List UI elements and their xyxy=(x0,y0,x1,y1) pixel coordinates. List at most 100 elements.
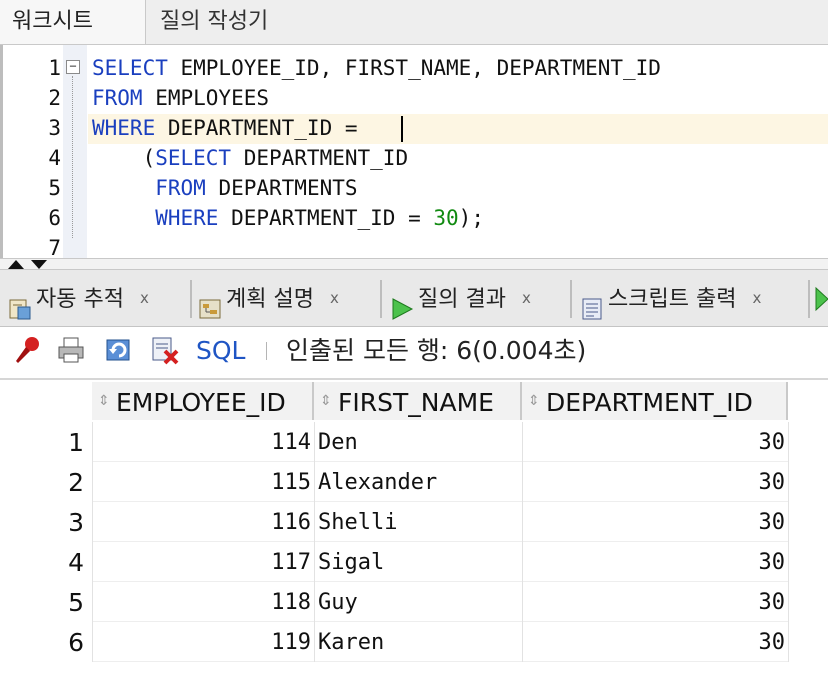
fold-column xyxy=(63,45,87,258)
cell-employee-id[interactable]: 115 xyxy=(92,462,314,502)
close-icon[interactable]: x xyxy=(140,289,149,307)
tab-autotrace[interactable]: 자동 추적 x xyxy=(8,270,149,326)
row-number[interactable]: 2 xyxy=(0,462,90,502)
explain-plan-icon xyxy=(198,285,222,319)
more-tabs-icon[interactable] xyxy=(814,286,828,312)
code-line[interactable]: SELECT EMPLOYEE_ID, FIRST_NAME, DEPARTME… xyxy=(92,53,661,83)
sql-keyword: SELECT xyxy=(155,146,232,170)
row-number[interactable]: 5 xyxy=(0,582,90,622)
cell-first-name[interactable]: Alexander xyxy=(314,462,522,502)
close-icon[interactable]: x xyxy=(522,289,531,307)
play-icon xyxy=(390,285,414,320)
row-number[interactable]: 1 xyxy=(0,422,90,462)
cell-employee-id[interactable]: 114 xyxy=(92,422,314,462)
fetch-status: 인출된 모든 행: 6(0.004초) xyxy=(286,336,587,365)
cell-first-name[interactable]: Den xyxy=(314,422,522,462)
line-number: 5 xyxy=(48,176,61,200)
column-divider xyxy=(92,422,93,662)
cell-employee-id[interactable]: 119 xyxy=(92,622,314,662)
sql-keyword: FROM xyxy=(92,86,143,110)
sql-text: DEPARTMENTS xyxy=(205,176,358,200)
text-caret xyxy=(401,116,403,142)
result-grid: ⇕ EMPLOYEE_ID ⇕ FIRST_NAME ⇕ DEPARTMENT_ID … xyxy=(0,378,828,694)
sql-keyword: SELECT xyxy=(92,56,168,80)
tab-script-output-label: 스크립트 출력 xyxy=(608,287,737,312)
cell-department-id[interactable]: 30 xyxy=(522,542,788,582)
panel-splitter[interactable] xyxy=(0,258,828,270)
delete-icon[interactable] xyxy=(150,335,180,365)
tab-explain-plan-label: 계획 설명 xyxy=(226,287,314,312)
column-divider xyxy=(314,422,315,662)
sql-text: EMPLOYEE_ID, FIRST_NAME, DEPARTMENT_ID xyxy=(167,56,661,80)
fold-guide-line xyxy=(72,76,73,238)
sql-text: DEPARTMENT_ID = xyxy=(218,206,434,230)
column-header-department-id[interactable]: ⇕ DEPARTMENT_ID xyxy=(522,382,788,420)
column-header-first-name[interactable]: ⇕ FIRST_NAME xyxy=(314,382,522,420)
line-number: 4 xyxy=(48,146,61,170)
code-line[interactable]: (SELECT DEPARTMENT_ID xyxy=(92,143,409,173)
row-number[interactable]: 6 xyxy=(0,622,90,662)
cell-first-name[interactable]: Karen xyxy=(314,622,522,662)
code-line[interactable]: WHERE DEPARTMENT_ID = 30); xyxy=(92,203,484,233)
cell-department-id[interactable]: 30 xyxy=(522,422,788,462)
tab-separator xyxy=(190,280,192,318)
sort-icon[interactable]: ⇕ xyxy=(320,394,334,408)
result-tab-bar: 자동 추적 x 계획 설명 x 질의 결과 x 스크립트 출력 x xyxy=(0,270,828,327)
print-icon[interactable] xyxy=(56,335,86,365)
script-output-icon xyxy=(580,285,604,320)
tab-script-output[interactable]: 스크립트 출력 x xyxy=(580,270,761,326)
code-line[interactable]: FROM EMPLOYEES xyxy=(92,83,269,113)
code-line[interactable]: WHERE DEPARTMENT_ID = xyxy=(92,113,370,143)
cell-first-name[interactable]: Guy xyxy=(314,582,522,622)
cell-first-name[interactable]: Sigal xyxy=(314,542,522,582)
tab-separator xyxy=(380,280,382,318)
line-number: 1 xyxy=(48,56,61,80)
line-number: 3 xyxy=(48,116,61,140)
sql-text: ( xyxy=(92,146,156,170)
cell-employee-id[interactable]: 118 xyxy=(92,582,314,622)
sort-icon[interactable]: ⇕ xyxy=(528,394,542,408)
tab-autotrace-label: 자동 추적 xyxy=(36,287,124,312)
cell-department-id[interactable]: 30 xyxy=(522,622,788,662)
collapse-down-arrow-icon[interactable] xyxy=(31,260,47,269)
close-icon[interactable]: x xyxy=(752,289,761,307)
close-icon[interactable]: x xyxy=(330,289,339,307)
sql-keyword: WHERE xyxy=(155,206,219,230)
sql-text: DEPARTMENT_ID = xyxy=(155,116,371,140)
row-number[interactable]: 3 xyxy=(0,502,90,542)
tab-query-builder[interactable]: 질의 작성기 xyxy=(146,0,306,44)
cell-employee-id[interactable]: 116 xyxy=(92,502,314,542)
tab-separator xyxy=(808,280,810,318)
sort-icon[interactable]: ⇕ xyxy=(98,394,112,408)
code-line[interactable]: FROM DEPARTMENTS xyxy=(92,173,358,203)
line-number-gutter: 1234567 xyxy=(3,45,63,260)
line-number: 2 xyxy=(48,86,61,110)
result-toolbar: SQL 인출된 모든 행: 6(0.004초) xyxy=(0,327,828,377)
column-header-employee-id[interactable]: ⇕ EMPLOYEE_ID xyxy=(92,382,314,420)
collapse-up-arrow-icon[interactable] xyxy=(8,260,24,269)
pin-icon[interactable] xyxy=(12,335,42,365)
worksheet-tab-bar: 워크시트 질의 작성기 xyxy=(0,0,828,45)
refresh-icon[interactable] xyxy=(104,335,134,365)
cell-first-name[interactable]: Shelli xyxy=(314,502,522,542)
tab-query-result-label: 질의 결과 xyxy=(418,287,506,312)
tab-worksheet[interactable]: 워크시트 xyxy=(0,0,146,44)
cell-employee-id[interactable]: 117 xyxy=(92,542,314,582)
toolbar-separator xyxy=(266,342,267,360)
row-number[interactable]: 4 xyxy=(0,542,90,582)
tab-explain-plan[interactable]: 계획 설명 x xyxy=(198,270,339,326)
cell-department-id[interactable]: 30 xyxy=(522,582,788,622)
cell-department-id[interactable]: 30 xyxy=(522,502,788,542)
sql-link[interactable]: SQL xyxy=(196,334,245,368)
sql-keyword: FROM xyxy=(155,176,206,200)
cell-department-id[interactable]: 30 xyxy=(522,462,788,502)
sql-text: EMPLOYEES xyxy=(142,86,270,110)
autotrace-icon xyxy=(8,285,32,320)
tab-query-result[interactable]: 질의 결과 x xyxy=(390,270,531,326)
collapse-icon[interactable]: − xyxy=(66,60,80,74)
sql-text: DEPARTMENT_ID xyxy=(231,146,409,170)
line-number: 6 xyxy=(48,206,61,230)
sql-number: 30 xyxy=(433,206,459,230)
row-divider xyxy=(92,661,788,662)
